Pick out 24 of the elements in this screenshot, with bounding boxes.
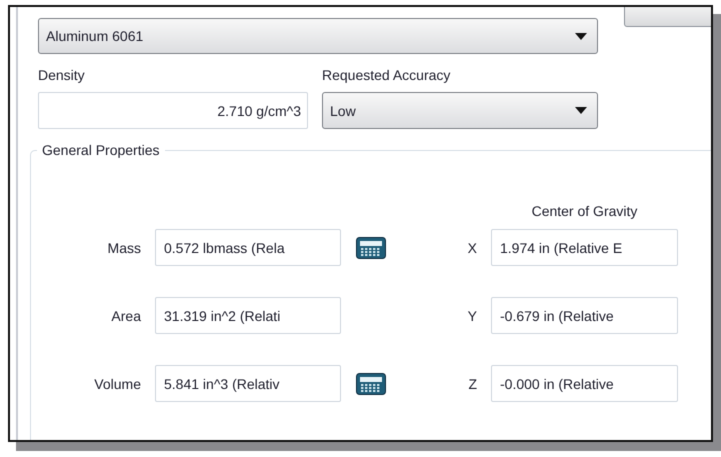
property-field[interactable]: 5.841 in^3 (Relativ: [155, 365, 341, 402]
axis-label: X: [468, 240, 477, 256]
group-title: General Properties: [41, 142, 161, 158]
top-button[interactable]: [624, 7, 711, 27]
property-label: Area: [111, 308, 141, 324]
property-label: Mass: [108, 240, 141, 256]
coordinate-field[interactable]: -0.000 in (Relative: [491, 365, 678, 402]
calculator-icon[interactable]: [356, 236, 386, 258]
caret-icon: [575, 32, 587, 40]
caret-icon: [575, 107, 587, 114]
center-of-gravity-label: Center of Gravity: [532, 203, 638, 219]
axis-label: Z: [468, 376, 477, 392]
property-field[interactable]: 31.319 in^2 (Relati: [155, 297, 341, 334]
coordinate-field[interactable]: 1.974 in (Relative E: [491, 229, 678, 266]
material-dropdown[interactable]: Aluminum 6061: [38, 18, 598, 54]
accuracy-dropdown[interactable]: Low: [322, 92, 598, 129]
calculator-icon[interactable]: [356, 372, 386, 394]
density-label: Density: [38, 67, 86, 83]
property-field[interactable]: 0.572 lbmass (Rela: [155, 229, 341, 266]
density-field[interactable]: 2.710 g/cm^3: [38, 92, 308, 129]
axis-label: Y: [468, 308, 477, 324]
accuracy-label: Requested Accuracy: [322, 67, 452, 83]
coordinate-field[interactable]: -0.679 in (Relative: [491, 297, 678, 334]
property-label: Volume: [94, 376, 141, 392]
